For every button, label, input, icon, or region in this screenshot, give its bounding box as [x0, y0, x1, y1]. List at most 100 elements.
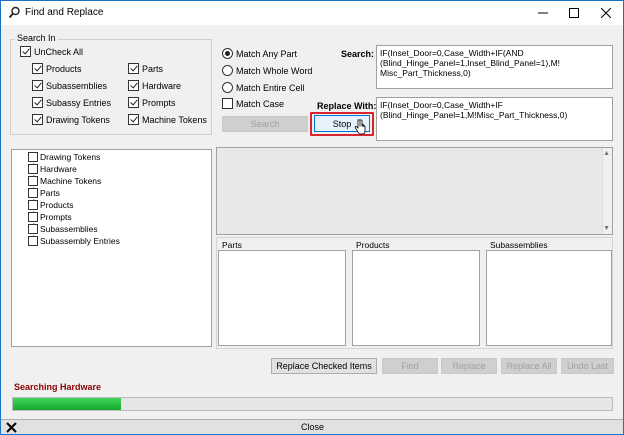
- parts-checkbox[interactable]: Parts: [128, 63, 163, 74]
- minimize-button[interactable]: [528, 1, 558, 25]
- products-checkbox[interactable]: Products: [32, 63, 82, 74]
- minimize-icon: [538, 12, 548, 14]
- tree-item-label: Parts: [40, 188, 60, 198]
- tree-checkbox[interactable]: [28, 212, 38, 222]
- progress-bar: [12, 397, 613, 411]
- subassemblies-label: Subassemblies: [46, 80, 108, 91]
- tree-item[interactable]: Products: [28, 200, 74, 210]
- checkbox-box[interactable]: [32, 80, 43, 91]
- drawing-tokens-checkbox[interactable]: Drawing Tokens: [32, 114, 110, 125]
- tree-checkbox[interactable]: [28, 152, 38, 162]
- search-field-label: Search:: [341, 49, 375, 59]
- prompts-label: Prompts: [142, 97, 176, 108]
- search-in-legend: Search In: [15, 33, 58, 43]
- maximize-icon: [569, 8, 579, 18]
- title-bar: Find and Replace: [1, 1, 623, 25]
- checkbox-box[interactable]: [128, 97, 139, 108]
- close-button[interactable]: Close: [301, 422, 324, 432]
- tree-item[interactable]: Subassembly Entries: [28, 236, 120, 246]
- match-whole-word-label: Match Whole Word: [236, 65, 313, 76]
- replace-checked-items-button[interactable]: Replace Checked Items: [271, 358, 377, 374]
- detail-scrollbar[interactable]: ▲ ▼: [602, 148, 612, 234]
- checkbox-box[interactable]: [128, 114, 139, 125]
- checkbox-box[interactable]: [32, 114, 43, 125]
- radio-circle[interactable]: [222, 65, 233, 76]
- hardware-label: Hardware: [142, 80, 182, 91]
- scroll-down-icon[interactable]: ▼: [603, 225, 610, 232]
- search-line: (Blind_Hinge_Panel=1,Inset_Blind_Panel=1…: [380, 58, 561, 68]
- products-list[interactable]: [352, 250, 480, 346]
- search-field[interactable]: IF(Inset_Door=0,Case_Width+IF(AND (Blind…: [376, 45, 613, 89]
- find-button[interactable]: Find: [382, 358, 438, 374]
- machine-tokens-label: Machine Tokens: [142, 114, 207, 125]
- close-window-button[interactable]: [591, 1, 621, 25]
- tree-item-label: Prompts: [40, 212, 72, 222]
- uncheck-all-label: UnCheck All: [34, 46, 84, 57]
- products-list-caption: Products: [356, 240, 390, 250]
- tree-item-label: Subassembly Entries: [40, 236, 120, 246]
- tree-checkbox[interactable]: [28, 176, 38, 186]
- replace-line: (Blind_Hinge_Panel=1,M!Misc_Part_Thickne…: [380, 110, 568, 120]
- checkbox-box[interactable]: [222, 98, 233, 109]
- replace-with-label: Replace With:: [317, 101, 377, 111]
- subassemblies-list-caption: Subassemblies: [490, 240, 548, 250]
- tree-item[interactable]: Prompts: [28, 212, 72, 222]
- tree-item[interactable]: Machine Tokens: [28, 176, 101, 186]
- replace-button[interactable]: Replace: [441, 358, 497, 374]
- tree-item[interactable]: Hardware: [28, 164, 77, 174]
- checkbox-box[interactable]: [32, 63, 43, 74]
- search-button[interactable]: Search: [222, 116, 308, 132]
- tree-checkbox[interactable]: [28, 188, 38, 198]
- scroll-up-icon[interactable]: ▲: [603, 150, 610, 157]
- close-icon[interactable]: [6, 422, 17, 433]
- radio-circle[interactable]: [222, 82, 233, 93]
- tree-item[interactable]: Subassemblies: [28, 224, 98, 234]
- tree-checkbox[interactable]: [28, 236, 38, 246]
- tree-checkbox[interactable]: [28, 200, 38, 210]
- tree-checkbox[interactable]: [28, 224, 38, 234]
- close-icon: [601, 8, 611, 18]
- replace-line: IF(Inset_Door=0,Case_Width+IF: [380, 100, 503, 110]
- parts-label: Parts: [142, 63, 164, 74]
- radio-circle[interactable]: [222, 48, 233, 59]
- match-whole-word-radio[interactable]: Match Whole Word: [222, 65, 312, 76]
- checkbox-box[interactable]: [128, 63, 139, 74]
- subassy-entries-checkbox[interactable]: Subassy Entries: [32, 97, 111, 108]
- products-label: Products: [46, 63, 82, 74]
- tree-checkbox[interactable]: [28, 164, 38, 174]
- tree-item-label: Machine Tokens: [40, 176, 102, 186]
- tree-item-label: Subassemblies: [40, 224, 98, 234]
- tree-item[interactable]: Parts: [28, 188, 60, 198]
- parts-list[interactable]: [218, 250, 346, 346]
- stop-label: Stop: [332, 118, 352, 129]
- subassemblies-checkbox[interactable]: Subassemblies: [32, 80, 107, 91]
- status-text: Searching Hardware: [14, 382, 102, 392]
- maximize-button[interactable]: [559, 1, 589, 25]
- checkbox-box[interactable]: [128, 80, 139, 91]
- subassemblies-list[interactable]: [486, 250, 612, 346]
- checkbox-box[interactable]: [32, 97, 43, 108]
- machine-tokens-checkbox[interactable]: Machine Tokens: [128, 114, 207, 125]
- hand-cursor-icon: [354, 119, 366, 135]
- match-entire-cell-radio[interactable]: Match Entire Cell: [222, 82, 305, 93]
- subassy-entries-label: Subassy Entries: [46, 97, 112, 108]
- uncheck-all-checkbox[interactable]: UnCheck All: [20, 46, 83, 57]
- match-case-label: Match Case: [236, 98, 285, 109]
- search-line: IF(Inset_Door=0,Case_Width+IF(AND: [380, 48, 524, 58]
- hardware-checkbox[interactable]: Hardware: [128, 80, 181, 91]
- results-tree: Drawing Tokens Hardware Machine Tokens P…: [11, 149, 212, 347]
- match-any-part-radio[interactable]: Match Any Part: [222, 48, 297, 59]
- prompts-checkbox[interactable]: Prompts: [128, 97, 176, 108]
- undo-last-button[interactable]: Undo Last: [561, 358, 614, 374]
- close-bar[interactable]: Close: [1, 419, 623, 434]
- replace-all-button[interactable]: Replace All: [501, 358, 557, 374]
- detail-grid: ▲ ▼: [216, 147, 613, 235]
- match-case-checkbox[interactable]: Match Case: [222, 98, 284, 109]
- tree-item[interactable]: Drawing Tokens: [28, 152, 100, 162]
- find-replace-window: Find and Replace Search In UnCheck All P…: [0, 0, 624, 435]
- search-line: Misc_Part_Thickness,0): [380, 68, 471, 78]
- replace-with-field[interactable]: IF(Inset_Door=0,Case_Width+IF (Blind_Hin…: [376, 97, 613, 141]
- tree-item-label: Drawing Tokens: [40, 152, 101, 162]
- checkbox-box[interactable]: [20, 46, 31, 57]
- parts-list-caption: Parts: [222, 240, 242, 250]
